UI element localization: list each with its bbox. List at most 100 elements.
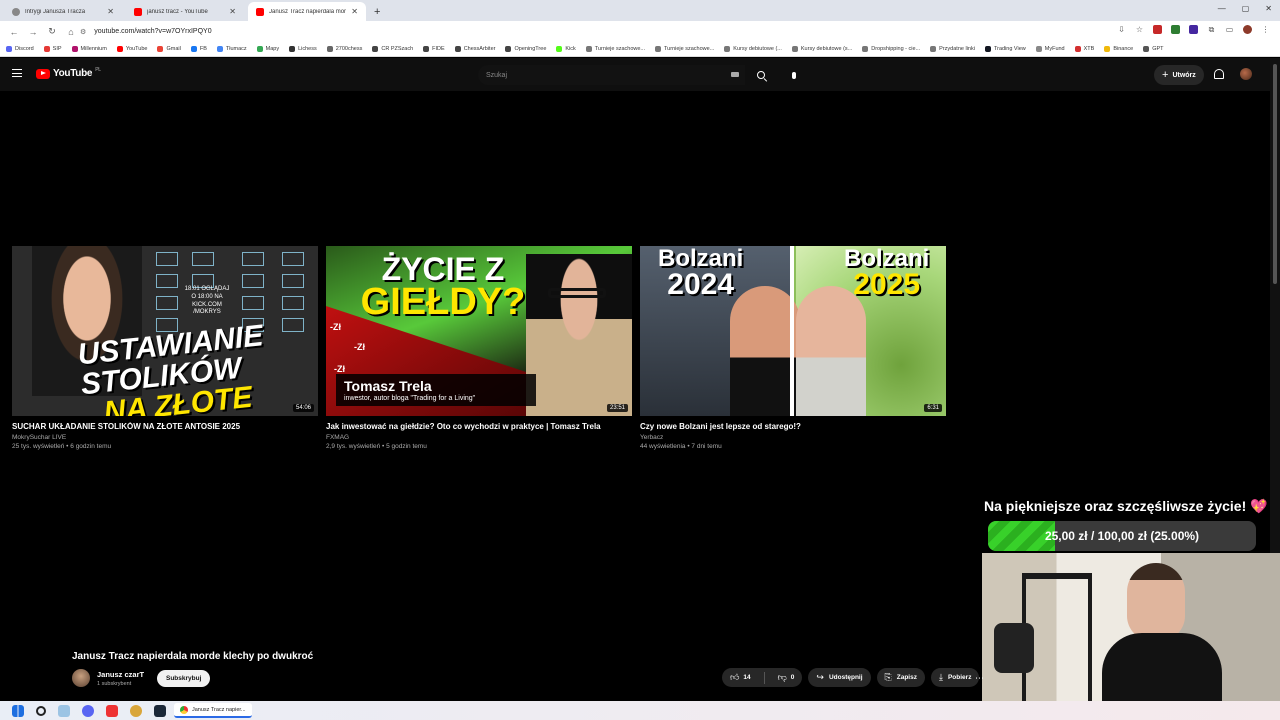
bookmark-item[interactable]: FB: [190, 46, 207, 52]
steam-icon[interactable]: [154, 704, 166, 717]
home-icon[interactable]: ⌂: [66, 27, 76, 37]
maximize-icon[interactable]: ▢: [1242, 4, 1250, 13]
create-button[interactable]: + Utwórz: [1154, 65, 1204, 85]
bookmark-icon: [1104, 46, 1111, 52]
menu-dots-icon[interactable]: ⋮: [1261, 25, 1270, 34]
app-icon[interactable]: [106, 704, 118, 717]
channel-name[interactable]: Janusz czarT: [97, 670, 144, 679]
video-title[interactable]: SUCHAR UKŁADANIE STOLIKÓW NA ZŁOTE ANTOS…: [12, 422, 318, 431]
bookmark-item[interactable]: Kursy debiutowe (s...: [791, 46, 852, 52]
bookmark-item[interactable]: SIP: [43, 46, 62, 52]
bookmark-item[interactable]: FIDE: [423, 46, 445, 52]
bookmark-item[interactable]: Discord: [6, 46, 34, 52]
extension-icon[interactable]: [1153, 25, 1162, 34]
bookmark-icon: [1143, 46, 1150, 52]
app-icon[interactable]: [130, 704, 142, 717]
app-icon[interactable]: [58, 704, 70, 717]
save-button[interactable]: ⎘ Zapisz: [876, 668, 925, 687]
youtube-logo[interactable]: YouTube PL: [36, 67, 101, 79]
hamburger-menu-icon[interactable]: [12, 69, 22, 77]
reload-icon[interactable]: ↻: [47, 26, 57, 37]
video-title[interactable]: Jak inwestować na giełdzie? Oto co wycho…: [326, 422, 632, 431]
bookmark-item[interactable]: MyFund: [1035, 46, 1065, 52]
close-icon[interactable]: ✕: [107, 7, 114, 16]
channel-avatar[interactable]: [72, 669, 90, 687]
end-screen-video-3[interactable]: Bolzani 2024 Bolzani 2025 6:31 Czy nowe …: [640, 246, 946, 450]
bookmark-item[interactable]: Dropshipping - cie...: [862, 46, 920, 52]
install-icon[interactable]: ⇩: [1117, 25, 1126, 34]
search-button[interactable]: [747, 65, 775, 85]
minimize-icon[interactable]: —: [1218, 4, 1226, 13]
bookmark-item[interactable]: Binance: [1104, 46, 1133, 52]
notifications-bell-icon[interactable]: [1214, 69, 1224, 79]
bookmark-item[interactable]: 2700chess: [326, 46, 362, 52]
extension-icon[interactable]: [1171, 25, 1180, 34]
close-icon[interactable]: ✕: [351, 7, 358, 16]
taskbar-active-app[interactable]: Janusz Tracz napier...: [174, 703, 252, 718]
start-menu-icon[interactable]: [12, 704, 24, 717]
video-channel[interactable]: Yerbacz: [640, 434, 946, 441]
forward-icon[interactable]: →: [28, 27, 38, 37]
bookmark-icon: [724, 46, 731, 52]
video-channel[interactable]: MokrySuchar LIVE: [12, 434, 318, 441]
bookmark-item[interactable]: Mapy: [256, 46, 280, 52]
bookmark-item[interactable]: Trading View: [984, 46, 1026, 52]
search-icon[interactable]: [36, 705, 46, 716]
bookmark-icon: [116, 46, 123, 52]
end-screen-video-1[interactable]: 18.01 OGLĄDAJ O 18:00 NA KICK.COM /MOKRY…: [12, 246, 318, 450]
extension-icon[interactable]: [1189, 25, 1198, 34]
video-thumbnail[interactable]: -Zł -Zł -Zł ŻYCIE Z GIEŁDY? Tomasz Trela…: [326, 246, 632, 416]
account-avatar[interactable]: [1240, 68, 1252, 80]
bookmark-item[interactable]: OpeningTree: [505, 46, 546, 52]
close-icon[interactable]: ✕: [229, 7, 236, 16]
bookmark-star-icon[interactable]: ☆: [1135, 25, 1144, 34]
subscribe-button[interactable]: Subskrybuj: [157, 670, 211, 687]
site-info-icon[interactable]: ⚙: [80, 28, 86, 36]
profile-avatar[interactable]: [1243, 25, 1252, 34]
bookmark-item[interactable]: Turnieje szachowe...: [655, 46, 714, 52]
bookmark-item[interactable]: YouTube: [116, 46, 147, 52]
more-options-icon[interactable]: ⋯: [975, 673, 984, 684]
video-thumbnail[interactable]: Bolzani 2024 Bolzani 2025 6:31: [640, 246, 946, 416]
bookmark-label: Mapy: [265, 46, 280, 52]
dislike-count: 0: [790, 674, 795, 681]
video-thumbnail[interactable]: 18.01 OGLĄDAJ O 18:00 NA KICK.COM /MOKRY…: [12, 246, 318, 416]
cast-icon[interactable]: ▭: [1225, 25, 1234, 34]
bookmark-item[interactable]: Przydatne linki: [930, 46, 975, 52]
share-button[interactable]: ↪ Udostępnij: [808, 668, 871, 687]
dislike-button[interactable]: 👎︎ 0: [770, 668, 803, 687]
browser-tab-1[interactable]: Intrygi Janusza Tracza ✕: [4, 2, 122, 21]
bookmark-item[interactable]: XTB: [1074, 46, 1094, 52]
discord-icon[interactable]: [82, 704, 94, 717]
keyboard-icon[interactable]: [731, 72, 739, 77]
bookmark-item[interactable]: Millennium: [71, 46, 107, 52]
donation-goal-text: 25,00 zł / 100,00 zł (25.00%): [1044, 529, 1200, 543]
bookmark-icon: ⎘: [884, 672, 892, 682]
bookmark-item[interactable]: GPT: [1143, 46, 1164, 52]
address-bar[interactable]: ⚙ youtube.com/watch?v=w7OYrxIPQY0: [80, 23, 1070, 40]
bookmark-item[interactable]: Lichess: [289, 46, 317, 52]
like-button[interactable]: 👍︎ 14: [722, 668, 759, 687]
bookmark-item[interactable]: Turnieje szachowe...: [585, 46, 645, 52]
back-icon[interactable]: ←: [9, 27, 19, 37]
scrollbar-thumb[interactable]: [1273, 64, 1277, 284]
browser-tab-2[interactable]: janusz tracz - YouTube ✕: [126, 2, 244, 21]
thumbnail-year: 2024: [667, 267, 735, 301]
puzzle-icon[interactable]: ⧉: [1207, 25, 1216, 34]
close-window-icon[interactable]: ✕: [1265, 4, 1272, 13]
voice-search-button[interactable]: [784, 65, 804, 85]
bookmark-item[interactable]: Tłumacz: [216, 46, 247, 52]
new-tab-button[interactable]: +: [374, 6, 380, 18]
end-screen-video-2[interactable]: -Zł -Zł -Zł ŻYCIE Z GIEŁDY? Tomasz Trela…: [326, 246, 632, 450]
bookmark-item[interactable]: Kursy debiutowe (...: [724, 46, 782, 52]
search-input[interactable]: Szukaj: [478, 65, 745, 85]
bookmark-item[interactable]: Gmail: [157, 46, 181, 52]
browser-tab-3[interactable]: Janusz Tracz napierdala morde ✕: [248, 2, 366, 21]
bookmark-item[interactable]: CR PZSzach: [372, 46, 413, 52]
video-channel[interactable]: FXMAG: [326, 434, 632, 441]
share-icon: ↪: [816, 672, 824, 682]
bookmark-item[interactable]: Kick: [556, 46, 576, 52]
video-title[interactable]: Czy nowe Bolzani jest lepsze od starego!…: [640, 422, 946, 431]
bookmark-item[interactable]: ChessArbiter: [454, 46, 495, 52]
download-button[interactable]: ⤓ Pobierz: [930, 668, 980, 687]
